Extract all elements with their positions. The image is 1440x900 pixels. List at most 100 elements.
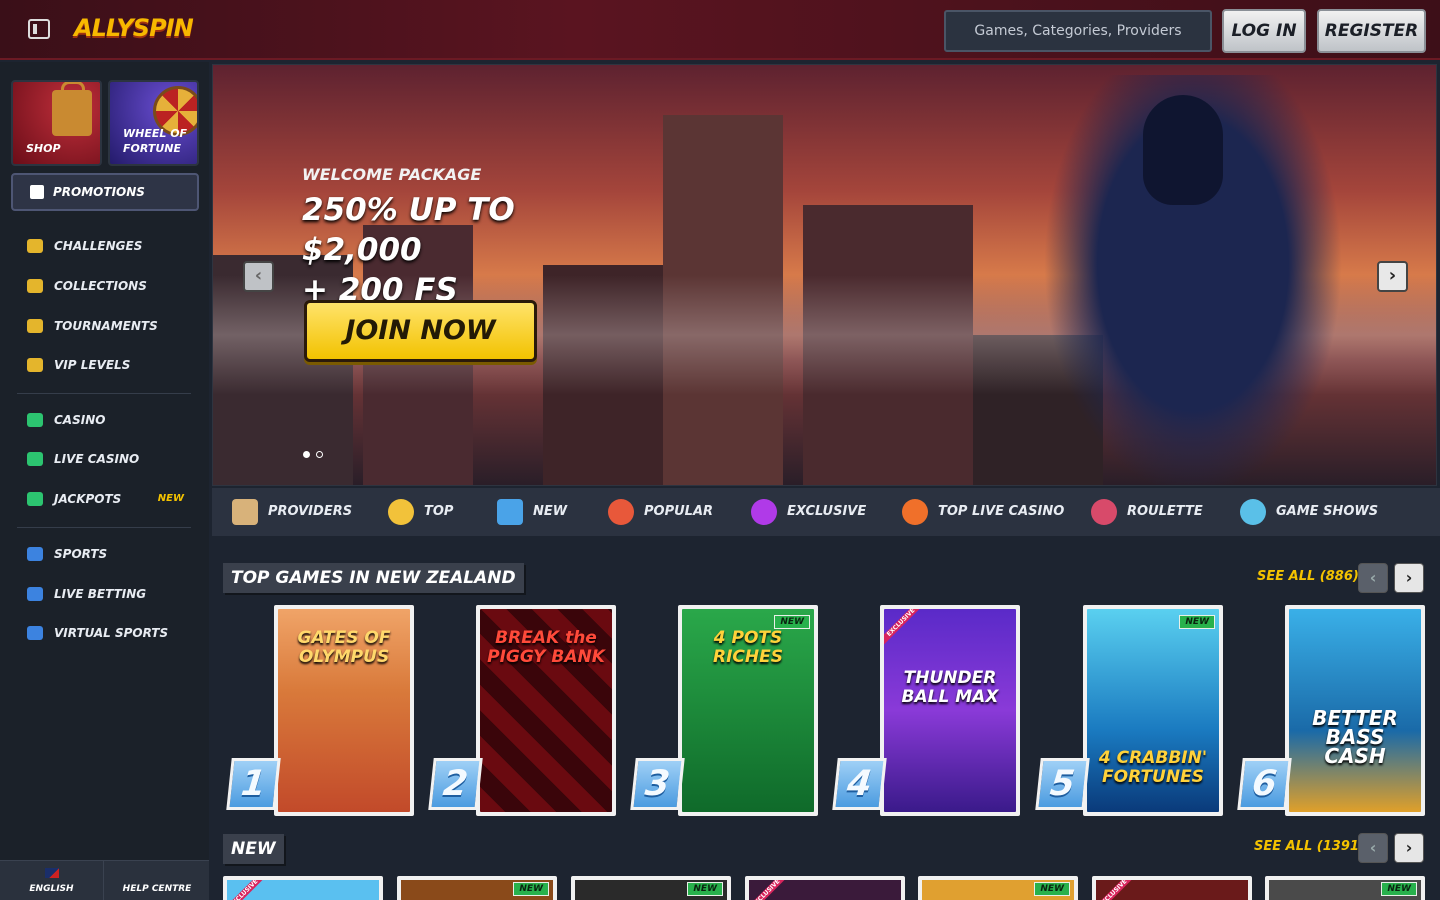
category-game-shows[interactable]: GAME SHOWS: [1240, 488, 1378, 536]
sidebar-item-label: CASINO: [54, 413, 106, 427]
category-providers[interactable]: PROVIDERS: [232, 488, 352, 536]
promo-banner[interactable]: WELCOME PACKAGE 250% UP TO $2,000 + 200 …: [212, 64, 1437, 486]
game-card[interactable]: EXCLUSIVE: [745, 876, 905, 900]
star-icon: [388, 499, 414, 525]
game-card[interactable]: NEW: [1265, 876, 1425, 900]
category-label: ROULETTE: [1127, 504, 1203, 519]
sidebar-item-challenges[interactable]: CHALLENGES: [0, 231, 209, 261]
game-thumbnail: EXCLUSIVE: [1096, 880, 1248, 900]
game-title: BETTER BASS CASH: [1312, 706, 1398, 768]
banner-welcome: WELCOME PACKAGE: [302, 165, 482, 184]
rank-badge: 1: [226, 758, 281, 810]
new-games-next-arrow-icon[interactable]: ›: [1394, 833, 1424, 863]
language-selector[interactable]: ENGLISH: [0, 861, 104, 900]
shop-label: SHOP: [26, 142, 61, 155]
banner-prev-arrow-icon[interactable]: ‹: [243, 261, 274, 292]
game-thumbnail: GATES OF OLYMPUS: [278, 609, 410, 812]
banner-headline: 250% UP TO $2,000 + 200 FS: [302, 190, 642, 310]
sidebar-footer: ENGLISH HELP CENTRE: [0, 860, 209, 900]
pagination-dot[interactable]: [316, 451, 323, 458]
new-badge-icon: [497, 499, 523, 525]
shop-tile[interactable]: SHOP: [11, 80, 102, 166]
sidebar-item-jackpots[interactable]: JACKPOTS NEW: [0, 484, 209, 514]
see-all-new-link[interactable]: SEE ALL (1391): [1254, 839, 1365, 854]
category-new[interactable]: NEW: [497, 488, 567, 536]
sidebar-item-vip-levels[interactable]: VIP LEVELS: [0, 350, 209, 380]
game-thumbnail: EXCLUSIVE THUNDER BALL MAX: [884, 609, 1016, 812]
gem-icon: [751, 499, 777, 525]
game-thumbnail: EXCLUSIVE: [227, 880, 379, 900]
game-card[interactable]: BETTER BASS CASH: [1285, 605, 1425, 816]
banner-next-arrow-icon[interactable]: ›: [1377, 261, 1408, 292]
live-tv-icon: [27, 587, 43, 601]
see-all-top-games-link[interactable]: SEE ALL (886): [1257, 569, 1359, 584]
game-thumbnail: BREAK the PIGGY BANK: [480, 609, 612, 812]
sidebar-item-collections[interactable]: COLLECTIONS: [0, 271, 209, 301]
category-label: TOP LIVE CASINO: [938, 504, 1065, 519]
join-now-button[interactable]: JOIN NOW: [304, 300, 537, 362]
sidebar-toggle-icon[interactable]: [28, 19, 50, 39]
new-tag: NEW: [1179, 615, 1215, 629]
category-popular[interactable]: POPULAR: [608, 488, 713, 536]
sidebar-item-casino[interactable]: CASINO: [0, 405, 209, 435]
rank-badge: 4: [832, 758, 887, 810]
ball-icon: [27, 547, 43, 561]
category-label: EXCLUSIVE: [787, 504, 867, 519]
site-logo[interactable]: ALLYSPIN: [74, 14, 194, 42]
sidebar-item-label: LIVE BETTING: [54, 587, 147, 601]
help-centre-link[interactable]: HELP CENTRE: [105, 861, 209, 900]
pagination-dot-active[interactable]: [303, 451, 310, 458]
game-card[interactable]: 4 POTS RICHES NEW: [678, 605, 818, 816]
search-input[interactable]: Games, Categories, Providers: [944, 10, 1212, 52]
category-roulette[interactable]: ROULETTE: [1091, 488, 1203, 536]
game-card[interactable]: NEW 4 CRABBIN' FORTUNES: [1083, 605, 1223, 816]
category-label: GAME SHOWS: [1276, 504, 1379, 519]
category-exclusive[interactable]: EXCLUSIVE: [751, 488, 866, 536]
language-label: ENGLISH: [29, 884, 74, 894]
game-card[interactable]: NEW: [571, 876, 731, 900]
game-card[interactable]: EXCLUSIVE THUNDER BALL MAX: [880, 605, 1020, 816]
game-card[interactable]: GATES OF OLYMPUS: [274, 605, 414, 816]
sidebar-item-live-casino[interactable]: LIVE CASINO: [0, 444, 209, 474]
new-games-prev-arrow-icon[interactable]: ‹: [1358, 833, 1388, 863]
live-card-icon: [27, 452, 43, 466]
exclusive-tag: EXCLUSIVE: [227, 880, 272, 900]
top-games-next-arrow-icon[interactable]: ›: [1394, 563, 1424, 593]
diamond-icon: [27, 358, 43, 372]
game-card[interactable]: BREAK the PIGGY BANK: [476, 605, 616, 816]
game-card[interactable]: EXCLUSIVE: [223, 876, 383, 900]
game-card[interactable]: NEW: [918, 876, 1078, 900]
login-button[interactable]: LOG IN: [1222, 9, 1306, 53]
category-label: PROVIDERS: [268, 504, 353, 519]
slot-machine-icon: [27, 413, 43, 427]
game-card[interactable]: NEW: [397, 876, 557, 900]
wheel-label: WHEEL OF FORTUNE: [123, 126, 187, 156]
sidebar: SHOP WHEEL OF FORTUNE PROMOTIONS CHALLEN…: [0, 62, 209, 900]
sidebar-item-tournaments[interactable]: TOURNAMENTS: [0, 311, 209, 341]
category-top-live-casino[interactable]: TOP LIVE CASINO: [902, 488, 1064, 536]
game-thumbnail: NEW: [575, 880, 727, 900]
sidebar-item-live-betting[interactable]: LIVE BETTING: [0, 579, 209, 609]
heroine-hair: [1143, 95, 1223, 205]
game-title: GATES OF OLYMPUS: [297, 628, 391, 667]
sidebar-divider: [17, 527, 191, 528]
sidebar-item-virtual-sports[interactable]: VIRTUAL SPORTS: [0, 618, 209, 648]
new-tag: NEW: [774, 615, 810, 629]
sidebar-item-sports[interactable]: SPORTS: [0, 539, 209, 569]
promotions-button[interactable]: PROMOTIONS: [11, 173, 199, 211]
register-button[interactable]: REGISTER: [1317, 9, 1426, 53]
new-tag: NEW: [1381, 882, 1417, 896]
category-top[interactable]: TOP: [388, 488, 453, 536]
exclusive-tag: EXCLUSIVE: [749, 880, 794, 900]
roulette-icon: [1091, 499, 1117, 525]
game-thumbnail: NEW: [401, 880, 553, 900]
fire-rocket-icon: [608, 499, 634, 525]
rank-badge: 3: [630, 758, 685, 810]
wheel-label-line2: FORTUNE: [123, 142, 181, 155]
wheel-of-fortune-tile[interactable]: WHEEL OF FORTUNE: [108, 80, 199, 166]
top-games-prev-arrow-icon[interactable]: ‹: [1358, 563, 1388, 593]
exclusive-tag: EXCLUSIVE: [1096, 880, 1141, 900]
game-card[interactable]: EXCLUSIVE: [1092, 876, 1252, 900]
new-tag: NEW: [513, 882, 549, 896]
game-thumbnail: NEW: [1269, 880, 1421, 900]
